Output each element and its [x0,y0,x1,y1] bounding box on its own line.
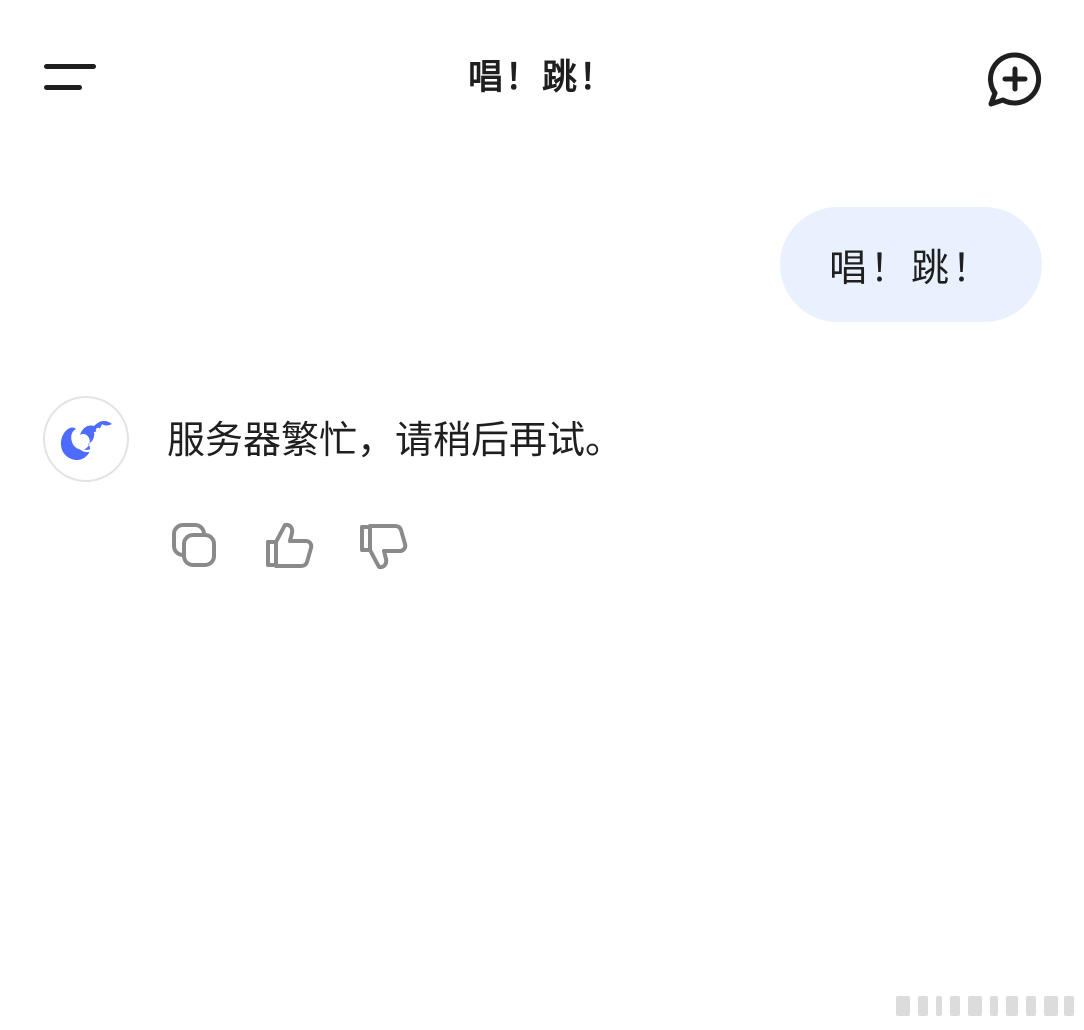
page-title: 唱！跳！ [467,58,616,98]
user-message-bubble: 唱！跳！ [780,207,1042,322]
like-button[interactable] [260,517,320,577]
new-chat-icon [987,52,1042,107]
deepseek-whale-logo-icon [60,420,112,460]
dislike-button[interactable] [354,517,414,577]
user-message-text: 唱！跳！ [828,246,993,290]
top-bar: 唱！跳！ [0,0,1084,160]
thumbs-up-icon [266,522,314,568]
new-chat-button[interactable] [983,48,1047,112]
thumbs-down-icon [360,524,408,570]
watermark-mark [896,994,1076,1018]
assistant-avatar [43,396,129,482]
copy-button[interactable] [166,517,226,577]
copy-icon [172,523,216,567]
menu-button[interactable] [36,52,104,104]
assistant-message-text: 服务器繁忙，请稍后再试。 [167,418,624,462]
